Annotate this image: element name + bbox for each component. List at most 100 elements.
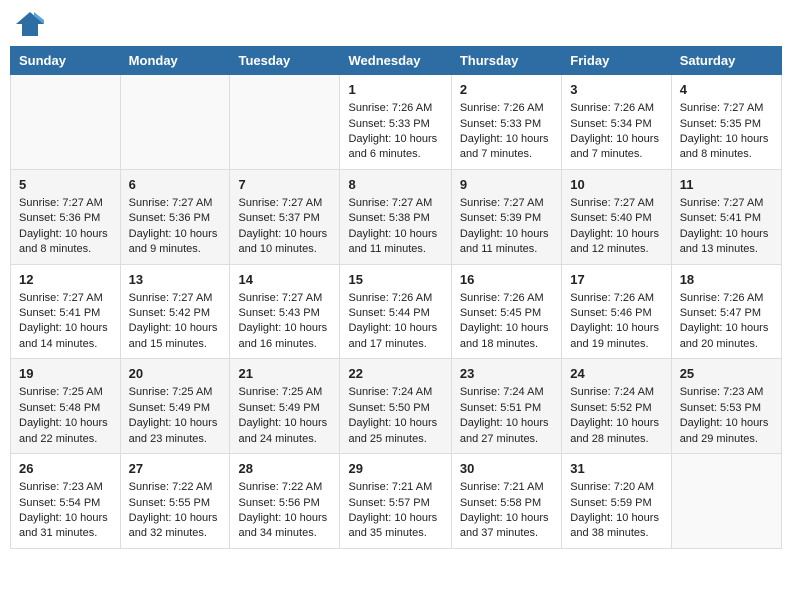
- day-number: 2: [460, 81, 553, 99]
- day-info: Sunrise: 7:24 AM Sunset: 5:50 PM Dayligh…: [348, 386, 437, 444]
- day-number: 29: [348, 460, 442, 478]
- calendar-day-cell: 10 Sunrise: 7:27 AM Sunset: 5:40 PM Dayli…: [562, 169, 671, 264]
- calendar-day-cell: [120, 75, 230, 170]
- calendar-week-row: 5 Sunrise: 7:27 AM Sunset: 5:36 PM Daylig…: [11, 169, 782, 264]
- calendar-day-cell: 27 Sunrise: 7:22 AM Sunset: 5:55 PM Dayli…: [120, 454, 230, 549]
- day-number: 4: [680, 81, 773, 99]
- day-number: 8: [348, 176, 442, 194]
- calendar-day-cell: 30 Sunrise: 7:21 AM Sunset: 5:58 PM Dayli…: [451, 454, 561, 549]
- calendar-day-cell: 16 Sunrise: 7:26 AM Sunset: 5:45 PM Dayli…: [451, 264, 561, 359]
- calendar-day-cell: 29 Sunrise: 7:21 AM Sunset: 5:57 PM Dayli…: [340, 454, 451, 549]
- day-info: Sunrise: 7:21 AM Sunset: 5:58 PM Dayligh…: [460, 481, 549, 539]
- calendar-table: SundayMondayTuesdayWednesdayThursdayFrid…: [10, 46, 782, 549]
- day-info: Sunrise: 7:21 AM Sunset: 5:57 PM Dayligh…: [348, 481, 437, 539]
- calendar-day-cell: 21Sunrise: 7:25 AM Sunset: 5:49 PM Dayli…: [230, 359, 340, 454]
- calendar-day-cell: 8 Sunrise: 7:27 AM Sunset: 5:38 PM Daylig…: [340, 169, 451, 264]
- day-of-week-header: Wednesday: [340, 47, 451, 75]
- day-info: Sunrise: 7:27 AM Sunset: 5:37 PM Dayligh…: [238, 197, 327, 255]
- day-of-week-header: Friday: [562, 47, 671, 75]
- calendar-day-cell: 20Sunrise: 7:25 AM Sunset: 5:49 PM Dayli…: [120, 359, 230, 454]
- day-number: 13: [129, 271, 222, 289]
- day-number: 26: [19, 460, 112, 478]
- logo: [14, 10, 50, 38]
- day-of-week-header: Saturday: [671, 47, 781, 75]
- day-info: Sunrise: 7:27 AM Sunset: 5:36 PM Dayligh…: [129, 197, 218, 255]
- day-of-week-header: Sunday: [11, 47, 121, 75]
- calendar-day-cell: 18 Sunrise: 7:26 AM Sunset: 5:47 PM Dayli…: [671, 264, 781, 359]
- calendar-day-cell: 31 Sunrise: 7:20 AM Sunset: 5:59 PM Dayli…: [562, 454, 671, 549]
- day-info: Sunrise: 7:23 AM Sunset: 5:54 PM Dayligh…: [19, 481, 108, 539]
- calendar-day-cell: 12 Sunrise: 7:27 AM Sunset: 5:41 PM Dayli…: [11, 264, 121, 359]
- day-info: Sunrise: 7:27 AM Sunset: 5:41 PM Dayligh…: [680, 197, 769, 255]
- day-info: Sunrise: 7:25 AM Sunset: 5:48 PM Dayligh…: [19, 386, 108, 444]
- day-number: 6: [129, 176, 222, 194]
- calendar-week-row: 26 Sunrise: 7:23 AM Sunset: 5:54 PM Dayli…: [11, 454, 782, 549]
- day-info: Sunrise: 7:24 AM Sunset: 5:52 PM Dayligh…: [570, 386, 659, 444]
- calendar-day-cell: [230, 75, 340, 170]
- day-number: 19: [19, 365, 112, 383]
- calendar-day-cell: 23 Sunrise: 7:24 AM Sunset: 5:51 PM Dayli…: [451, 359, 561, 454]
- day-number: 16: [460, 271, 553, 289]
- day-number: 9: [460, 176, 553, 194]
- calendar-day-cell: 17Sunrise: 7:26 AM Sunset: 5:46 PM Dayli…: [562, 264, 671, 359]
- calendar-day-cell: [671, 454, 781, 549]
- day-info: Sunrise: 7:23 AM Sunset: 5:53 PM Dayligh…: [680, 386, 769, 444]
- day-number: 25: [680, 365, 773, 383]
- day-info: Sunrise: 7:27 AM Sunset: 5:39 PM Dayligh…: [460, 197, 549, 255]
- day-number: 23: [460, 365, 553, 383]
- calendar-week-row: 12 Sunrise: 7:27 AM Sunset: 5:41 PM Dayli…: [11, 264, 782, 359]
- day-number: 30: [460, 460, 553, 478]
- calendar-day-cell: 3 Sunrise: 7:26 AM Sunset: 5:34 PM Daylig…: [562, 75, 671, 170]
- calendar-day-cell: 2Sunrise: 7:26 AM Sunset: 5:33 PM Daylig…: [451, 75, 561, 170]
- day-info: Sunrise: 7:20 AM Sunset: 5:59 PM Dayligh…: [570, 481, 659, 539]
- calendar-day-cell: 19 Sunrise: 7:25 AM Sunset: 5:48 PM Dayli…: [11, 359, 121, 454]
- day-info: Sunrise: 7:26 AM Sunset: 5:34 PM Dayligh…: [570, 102, 659, 160]
- day-number: 7: [238, 176, 331, 194]
- day-info: Sunrise: 7:27 AM Sunset: 5:38 PM Dayligh…: [348, 197, 437, 255]
- calendar-day-cell: 26 Sunrise: 7:23 AM Sunset: 5:54 PM Dayli…: [11, 454, 121, 549]
- day-info: Sunrise: 7:24 AM Sunset: 5:51 PM Dayligh…: [460, 386, 549, 444]
- day-number: 1: [348, 81, 442, 99]
- day-info: Sunrise: 7:27 AM Sunset: 5:35 PM Dayligh…: [680, 102, 769, 160]
- day-info: Sunrise: 7:27 AM Sunset: 5:36 PM Dayligh…: [19, 197, 108, 255]
- day-number: 12: [19, 271, 112, 289]
- calendar-day-cell: 24Sunrise: 7:24 AM Sunset: 5:52 PM Dayli…: [562, 359, 671, 454]
- day-of-week-header: Thursday: [451, 47, 561, 75]
- calendar-day-cell: 4 Sunrise: 7:27 AM Sunset: 5:35 PM Daylig…: [671, 75, 781, 170]
- calendar-week-row: 1 Sunrise: 7:26 AM Sunset: 5:33 PM Daylig…: [11, 75, 782, 170]
- day-info: Sunrise: 7:27 AM Sunset: 5:42 PM Dayligh…: [129, 292, 218, 350]
- day-info: Sunrise: 7:27 AM Sunset: 5:43 PM Dayligh…: [238, 292, 327, 350]
- day-number: 21: [238, 365, 331, 383]
- day-info: Sunrise: 7:22 AM Sunset: 5:55 PM Dayligh…: [129, 481, 218, 539]
- day-number: 14: [238, 271, 331, 289]
- day-number: 5: [19, 176, 112, 194]
- calendar-day-cell: 25 Sunrise: 7:23 AM Sunset: 5:53 PM Dayli…: [671, 359, 781, 454]
- day-info: Sunrise: 7:26 AM Sunset: 5:33 PM Dayligh…: [348, 102, 437, 160]
- calendar-day-cell: 11Sunrise: 7:27 AM Sunset: 5:41 PM Dayli…: [671, 169, 781, 264]
- calendar-day-cell: 15 Sunrise: 7:26 AM Sunset: 5:44 PM Dayli…: [340, 264, 451, 359]
- day-of-week-header: Tuesday: [230, 47, 340, 75]
- day-number: 20: [129, 365, 222, 383]
- day-number: 18: [680, 271, 773, 289]
- calendar-day-cell: 14 Sunrise: 7:27 AM Sunset: 5:43 PM Dayli…: [230, 264, 340, 359]
- calendar-day-cell: 13 Sunrise: 7:27 AM Sunset: 5:42 PM Dayli…: [120, 264, 230, 359]
- day-number: 3: [570, 81, 662, 99]
- calendar-day-cell: 9 Sunrise: 7:27 AM Sunset: 5:39 PM Daylig…: [451, 169, 561, 264]
- day-info: Sunrise: 7:26 AM Sunset: 5:47 PM Dayligh…: [680, 292, 769, 350]
- day-info: Sunrise: 7:22 AM Sunset: 5:56 PM Dayligh…: [238, 481, 327, 539]
- day-number: 28: [238, 460, 331, 478]
- calendar-header-row: SundayMondayTuesdayWednesdayThursdayFrid…: [11, 47, 782, 75]
- day-info: Sunrise: 7:27 AM Sunset: 5:41 PM Dayligh…: [19, 292, 108, 350]
- day-info: Sunrise: 7:27 AM Sunset: 5:40 PM Dayligh…: [570, 197, 659, 255]
- calendar-day-cell: 22Sunrise: 7:24 AM Sunset: 5:50 PM Dayli…: [340, 359, 451, 454]
- day-number: 17: [570, 271, 662, 289]
- page-header: [10, 10, 782, 38]
- day-info: Sunrise: 7:26 AM Sunset: 5:45 PM Dayligh…: [460, 292, 549, 350]
- day-number: 10: [570, 176, 662, 194]
- day-of-week-header: Monday: [120, 47, 230, 75]
- day-info: Sunrise: 7:26 AM Sunset: 5:44 PM Dayligh…: [348, 292, 437, 350]
- day-number: 27: [129, 460, 222, 478]
- calendar-week-row: 19 Sunrise: 7:25 AM Sunset: 5:48 PM Dayli…: [11, 359, 782, 454]
- day-number: 31: [570, 460, 662, 478]
- day-number: 15: [348, 271, 442, 289]
